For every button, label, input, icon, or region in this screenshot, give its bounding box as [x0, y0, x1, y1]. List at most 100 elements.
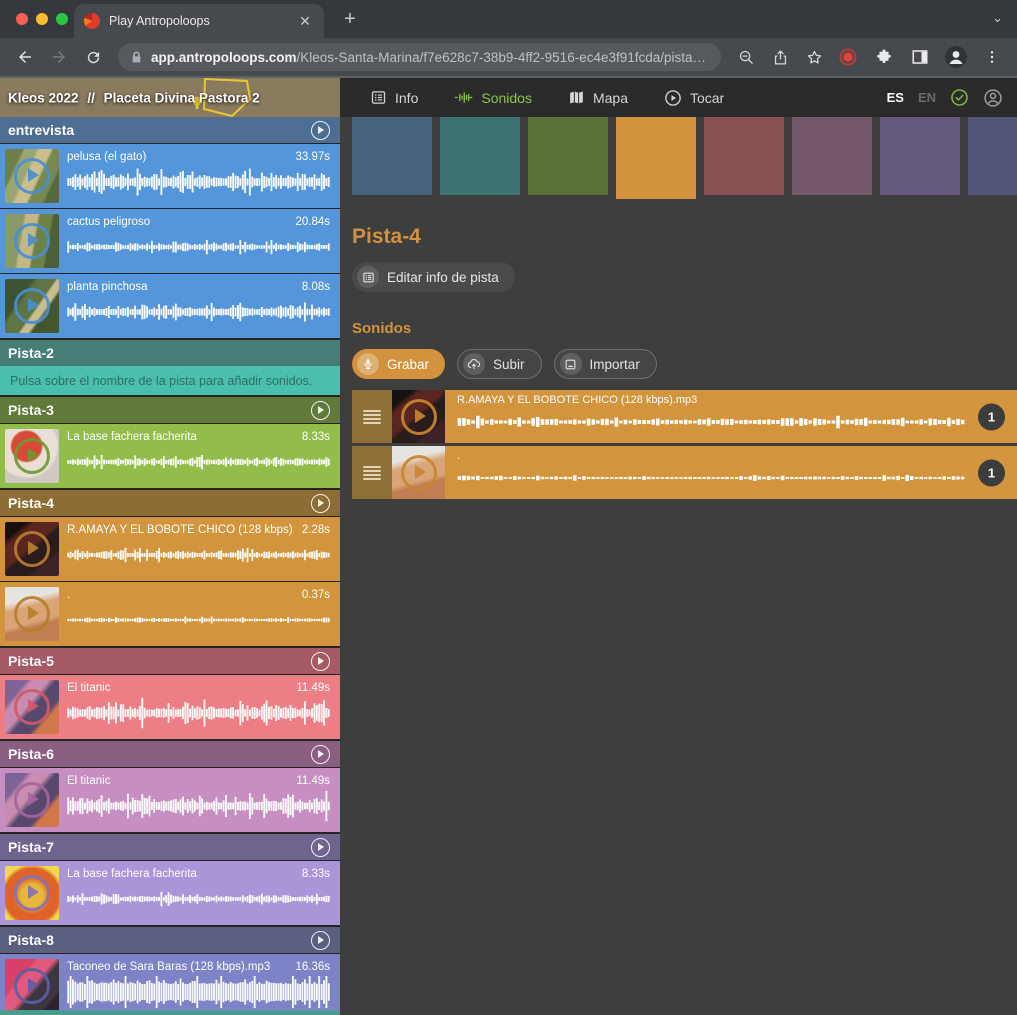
sound-item[interactable]: La base fachera facherita8.33s — [0, 861, 340, 925]
play-sound-icon[interactable] — [14, 875, 50, 911]
play-track-icon[interactable] — [311, 652, 330, 671]
sound-thumbnail[interactable] — [5, 149, 59, 203]
play-track-icon[interactable] — [311, 838, 330, 857]
track-header[interactable]: Pista-3 — [0, 397, 340, 423]
minimize-window-button[interactable] — [36, 13, 48, 25]
editable-sound-row[interactable]: .1 — [352, 446, 1017, 499]
play-sound-icon[interactable] — [14, 689, 50, 725]
sound-waveform[interactable] — [67, 539, 330, 571]
sound-thumbnail[interactable] — [5, 959, 59, 1013]
new-tab-button[interactable]: + — [338, 8, 362, 31]
track-color-tab-2[interactable] — [440, 117, 520, 195]
play-sound-icon[interactable] — [14, 158, 50, 194]
play-sound-icon[interactable] — [14, 531, 50, 567]
play-sound-icon[interactable] — [14, 968, 50, 1004]
play-sound-icon[interactable] — [401, 455, 437, 491]
sound-item[interactable]: .0.37s — [0, 582, 340, 646]
bookmark-star-icon[interactable] — [799, 42, 829, 72]
track-color-tab-4[interactable] — [616, 117, 696, 199]
track-header[interactable]: entrevista — [0, 117, 340, 143]
sound-waveform[interactable] — [67, 883, 330, 915]
edit-track-info-button[interactable]: Editar info de pista — [352, 262, 515, 292]
track-header[interactable]: Pista-8 — [0, 927, 340, 953]
sound-item[interactable]: R.AMAYA Y EL BOBOTE CHICO (128 kbps)....… — [0, 517, 340, 581]
profile-avatar-icon[interactable] — [941, 42, 971, 72]
sound-waveform[interactable] — [67, 604, 330, 636]
track-color-tab-8[interactable] — [968, 117, 1017, 195]
track-header[interactable]: Pista-6 — [0, 741, 340, 767]
track-color-tab-1[interactable] — [352, 117, 432, 195]
track-header[interactable]: Pista-5 — [0, 648, 340, 674]
sound-thumbnail[interactable] — [5, 866, 59, 920]
sound-thumbnail[interactable] — [5, 587, 59, 641]
account-icon[interactable] — [983, 88, 1003, 108]
play-track-icon[interactable] — [311, 121, 330, 140]
maximize-window-button[interactable] — [56, 13, 68, 25]
zoom-out-icon[interactable] — [731, 42, 761, 72]
track-header[interactable]: Pista-2 — [0, 340, 340, 366]
track-header[interactable]: Pista-7 — [0, 834, 340, 860]
play-sound-icon[interactable] — [14, 596, 50, 632]
play-track-icon[interactable] — [311, 494, 330, 513]
sound-item[interactable]: La base fachera facherita8.33s — [0, 424, 340, 488]
play-sound-icon[interactable] — [14, 782, 50, 818]
play-sound-icon[interactable] — [14, 223, 50, 259]
sound-item[interactable]: El titanic11.49s — [0, 675, 340, 739]
sound-waveform[interactable] — [457, 408, 965, 436]
editable-sound-row[interactable]: R.AMAYA Y EL BOBOTE CHICO (128 kbps).mp3… — [352, 390, 1017, 443]
sound-item[interactable]: planta pinchosa8.08s — [0, 274, 340, 338]
upload-button[interactable]: Subir — [457, 349, 542, 379]
sound-thumbnail[interactable] — [5, 214, 59, 268]
track-color-tab-5[interactable] — [704, 117, 784, 195]
browser-tab[interactable]: Play Antropoloops ✕ — [74, 4, 324, 38]
extensions-puzzle-icon[interactable] — [869, 42, 899, 72]
tab-close-icon[interactable]: ✕ — [296, 12, 314, 30]
browser-menu-icon[interactable] — [977, 42, 1007, 72]
nav-item-info[interactable]: Info — [370, 89, 418, 106]
sound-item[interactable]: Taconeo de Sara Baras (128 kbps).mp316.3… — [0, 954, 340, 1015]
sound-waveform[interactable] — [67, 231, 330, 263]
share-icon[interactable] — [765, 42, 795, 72]
sound-thumbnail[interactable] — [392, 390, 445, 443]
reload-button[interactable] — [78, 42, 108, 72]
sound-thumbnail[interactable] — [5, 429, 59, 483]
sound-waveform[interactable] — [67, 166, 330, 198]
sound-waveform[interactable] — [457, 464, 965, 492]
sound-thumbnail[interactable] — [5, 522, 59, 576]
side-panel-icon[interactable] — [905, 42, 935, 72]
tab-search-chevron-icon[interactable]: ⌄ — [992, 10, 1003, 26]
play-sound-icon[interactable] — [14, 438, 50, 474]
play-track-icon[interactable] — [311, 745, 330, 764]
sound-waveform[interactable] — [67, 790, 330, 822]
sound-item[interactable]: pelusa (el gato)33.97s — [0, 144, 340, 208]
track-color-tab-6[interactable] — [792, 117, 872, 195]
sound-item[interactable]: El titanic11.49s — [0, 768, 340, 832]
close-window-button[interactable] — [16, 13, 28, 25]
sound-waveform[interactable] — [67, 446, 330, 478]
play-track-icon[interactable] — [311, 931, 330, 950]
nav-item-mapa[interactable]: Mapa — [568, 89, 628, 106]
track-header[interactable]: Pista-4 — [0, 490, 340, 516]
forward-button[interactable] — [44, 42, 74, 72]
sound-waveform[interactable] — [67, 697, 330, 729]
sound-waveform[interactable] — [67, 976, 330, 1008]
lang-en-button[interactable]: EN — [918, 90, 936, 105]
nav-item-sonidos[interactable]: Sonidos — [454, 90, 532, 106]
drag-handle-icon[interactable] — [352, 390, 392, 443]
import-button[interactable]: Importar — [554, 349, 657, 379]
project-banner[interactable]: Kleos 2022 // Placeta Divina Pastora 2 — [0, 78, 340, 117]
record-button[interactable]: Grabar — [352, 349, 445, 379]
nav-item-tocar[interactable]: Tocar — [664, 89, 724, 107]
sound-item[interactable]: cactus peligroso20.84s — [0, 209, 340, 273]
record-extension-icon[interactable] — [833, 42, 863, 72]
play-sound-icon[interactable] — [401, 399, 437, 435]
sound-thumbnail[interactable] — [5, 773, 59, 827]
play-track-icon[interactable] — [311, 401, 330, 420]
lang-es-button[interactable]: ES — [887, 90, 904, 105]
sound-waveform[interactable] — [67, 296, 330, 328]
sound-thumbnail[interactable] — [5, 279, 59, 333]
play-sound-icon[interactable] — [14, 288, 50, 324]
drag-handle-icon[interactable] — [352, 446, 392, 499]
sound-thumbnail[interactable] — [5, 680, 59, 734]
track-color-tab-3[interactable] — [528, 117, 608, 195]
